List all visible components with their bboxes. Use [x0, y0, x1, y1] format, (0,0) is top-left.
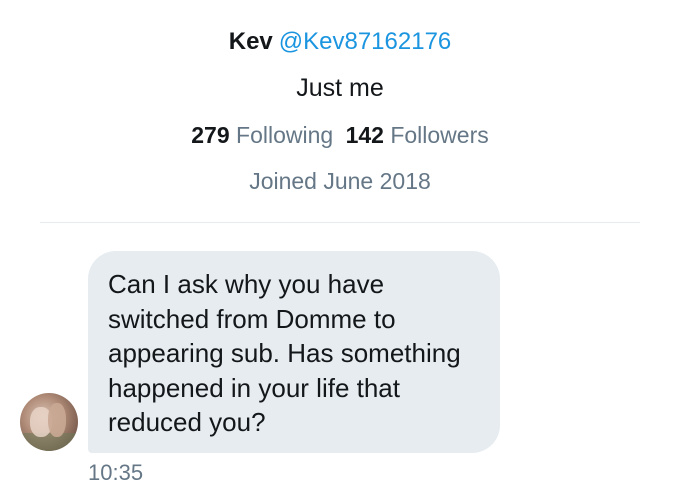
followers-label: Followers [390, 122, 489, 148]
followers-link[interactable]: 142 Followers [346, 122, 489, 148]
profile-handle[interactable]: @Kev87162176 [279, 28, 452, 55]
profile-stats: 279 Following 142 Followers [0, 122, 680, 149]
following-count: 279 [191, 122, 230, 148]
following-link[interactable]: 279 Following [191, 122, 333, 148]
following-label: Following [236, 122, 334, 148]
profile-bio: Just me [296, 74, 384, 102]
avatar[interactable] [20, 393, 78, 451]
profile-name[interactable]: Kev [229, 28, 273, 55]
divider [40, 222, 640, 223]
profile-name-row: Kev @Kev87162176 [0, 26, 680, 58]
joined-date: Joined June 2018 [249, 168, 431, 194]
message-timestamp: 10:35 [88, 460, 144, 485]
message-text: Can I ask why you have switched from Dom… [108, 269, 461, 437]
message-bubble[interactable]: Can I ask why you have switched from Dom… [88, 251, 500, 453]
followers-count: 142 [345, 122, 384, 148]
